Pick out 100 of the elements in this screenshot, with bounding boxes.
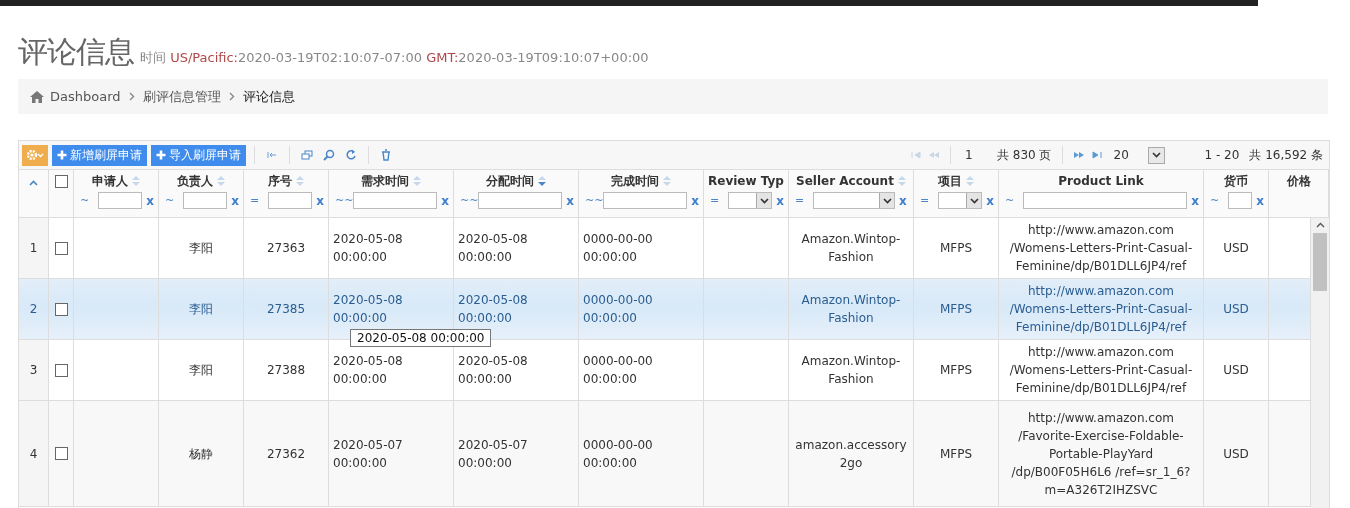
- filter-operator[interactable]: ~: [165, 194, 179, 207]
- add-button[interactable]: 导入刷屏申请: [151, 144, 246, 166]
- filter-operator[interactable]: =: [710, 194, 724, 207]
- sort-icon[interactable]: [538, 175, 546, 187]
- clear-filter-button[interactable]: x: [1256, 193, 1264, 208]
- assign-time-cell-text: 2020-05-08 00:00:00: [458, 353, 529, 388]
- filter-dropdown[interactable]: [728, 192, 773, 209]
- product-link-cell-text: http://www.amazon.com /Womens-Letters-Print-Casual-Feminine/dp/B01DLL6JP4/ref: [1008, 283, 1194, 336]
- vertical-scrollbar[interactable]: [1311, 218, 1329, 508]
- filter-field[interactable]: [1228, 192, 1253, 209]
- filter-dropdown[interactable]: [938, 192, 983, 209]
- plus-icon: [156, 150, 166, 160]
- next-page-icon[interactable]: [1072, 151, 1085, 159]
- last-page-icon[interactable]: [1090, 151, 1102, 159]
- select-all-checkbox[interactable]: [54, 175, 68, 188]
- breadcrumb-link[interactable]: Dashboard: [50, 89, 121, 104]
- page-size-text: 20: [1113, 148, 1130, 162]
- clear-filter-button[interactable]: x: [776, 193, 784, 208]
- filter-operator[interactable]: =: [920, 194, 934, 207]
- owner-cell-text: 李阳: [189, 362, 213, 379]
- filter-operator[interactable]: =: [250, 194, 264, 207]
- column-header[interactable]: 价格: [1286, 172, 1311, 190]
- column-header[interactable]: 项目: [938, 172, 962, 190]
- finish-time-cell-text: 0000-00-00 00:00:00: [583, 436, 654, 472]
- server-time-text: 时间 US/Pacific:2020-03-19T02:10:07-07:00 GMT:2020-03-19T09:10:07+00:00: [140, 49, 649, 67]
- assign-time-cell-text: 2020-05-08 00:00:00: [458, 292, 529, 327]
- page-size-dropdown[interactable]: [1147, 146, 1165, 164]
- filter-field[interactable]: [98, 192, 143, 209]
- project-cell-text: MFPS: [939, 362, 973, 379]
- product-link-cell-text: http://www.amazon.com /Womens-Letters-Print-Casual-Feminine/dp/B01DLL6JP4/ref: [1008, 344, 1194, 397]
- filter-operator[interactable]: ~: [1210, 194, 1224, 207]
- filter-field[interactable]: [183, 192, 228, 209]
- column-header[interactable]: 需求时间: [361, 172, 409, 190]
- search-icon[interactable]: [323, 149, 335, 161]
- clear-filter-button[interactable]: x: [986, 193, 994, 208]
- column-header[interactable]: Seller Account: [796, 174, 894, 188]
- trash-icon[interactable]: [380, 149, 392, 161]
- filter-field[interactable]: [268, 192, 313, 209]
- column-header[interactable]: 负责人: [177, 172, 213, 190]
- clear-filter-button[interactable]: x: [441, 193, 449, 208]
- column-header[interactable]: 分配时间: [486, 172, 534, 190]
- currency-cell-text: USD: [1223, 240, 1249, 257]
- clear-filter-button[interactable]: x: [146, 193, 154, 208]
- settings-button[interactable]: [22, 144, 48, 166]
- request-time-cell-text: 2020-05-08 00:00:00: [333, 353, 404, 388]
- filter-dropdown[interactable]: [813, 192, 895, 209]
- clear-filter-button[interactable]: x: [899, 193, 907, 208]
- seller-account-cell-text: Amazon.Wintop-Fashion: [800, 292, 902, 327]
- request-time-cell-text: 2020-05-08 00:00:00: [333, 231, 404, 266]
- filter-field[interactable]: [353, 192, 438, 209]
- owner-cell-text: 李阳: [189, 240, 213, 257]
- collapse-icon[interactable]: [29, 180, 38, 186]
- row-checkbox[interactable]: [54, 363, 68, 377]
- table-row[interactable]: 1 李阳 27363 2020-05-08 00:00:00 2020-05-08 00:00:00 0000-00-00 00:00:00 Amazon.Wintop-Fashion MFPS http://www.amazon.com /Womens-Letters-Print-Casual-Feminine/dp/B01DLL6JP4/ref USD: [19, 218, 1311, 279]
- chevron-right-icon: [228, 92, 235, 101]
- chevron-right-icon: [128, 92, 135, 101]
- serial-number-cell-text: 27388: [266, 362, 306, 379]
- table-row[interactable]: [19, 401, 1311, 507]
- filter-field[interactable]: [478, 192, 563, 209]
- clear-filter-button[interactable]: x: [231, 193, 239, 208]
- filter-field[interactable]: [603, 192, 688, 209]
- page-number-field[interactable]: 1: [960, 148, 991, 162]
- column-header[interactable]: Product Link: [1058, 174, 1144, 188]
- chevron-down-icon: [759, 197, 769, 204]
- serial-number-cell-text: 27385: [266, 301, 306, 318]
- row-checkbox[interactable]: [54, 302, 68, 316]
- breadcrumb-link[interactable]: 刷评信息管理: [142, 87, 221, 106]
- row-checkbox[interactable]: [54, 447, 68, 460]
- currency-cell-text: USD: [1223, 362, 1249, 379]
- settings-icon: [26, 149, 44, 161]
- filter-operator[interactable]: ~: [1005, 194, 1019, 207]
- filter-operator[interactable]: =: [795, 194, 809, 207]
- add-button[interactable]: 新增刷屏申请: [52, 144, 147, 166]
- row-number: 1: [29, 240, 38, 257]
- filter-operator[interactable]: ~: [80, 194, 94, 207]
- copy-icon[interactable]: [301, 149, 313, 161]
- row-checkbox[interactable]: [54, 241, 68, 255]
- clear-filter-button[interactable]: x: [1191, 193, 1199, 208]
- scroll-up-icon[interactable]: [1315, 222, 1325, 228]
- first-column-icon[interactable]: [266, 149, 278, 161]
- row-number: 2: [29, 301, 38, 318]
- column-header[interactable]: 货币: [1224, 172, 1248, 190]
- column-header[interactable]: 完成时间: [611, 172, 659, 190]
- clear-filter-button[interactable]: x: [566, 193, 574, 208]
- date-tooltip: 2020-05-08 00:00:00: [350, 329, 492, 347]
- first-page-icon[interactable]: [910, 151, 922, 159]
- column-header[interactable]: 申请人: [92, 172, 128, 190]
- project-cell-text: MFPS: [939, 301, 973, 318]
- currency-cell-text: USD: [1223, 445, 1249, 463]
- clear-filter-button[interactable]: x: [316, 193, 324, 208]
- column-header[interactable]: 序号: [268, 172, 292, 190]
- column-header[interactable]: Review Typ: [708, 174, 784, 188]
- chevron-down-icon: [969, 197, 979, 204]
- request-time-cell-text: 2020-05-08 00:00:00: [333, 292, 404, 327]
- previous-page-icon[interactable]: [927, 151, 940, 159]
- project-cell-text: MFPS: [939, 240, 973, 257]
- scrollbar-thumb[interactable]: [1313, 233, 1327, 291]
- refresh-icon[interactable]: [345, 149, 357, 161]
- clear-filter-button[interactable]: x: [691, 193, 699, 208]
- filter-field[interactable]: [1023, 192, 1188, 209]
